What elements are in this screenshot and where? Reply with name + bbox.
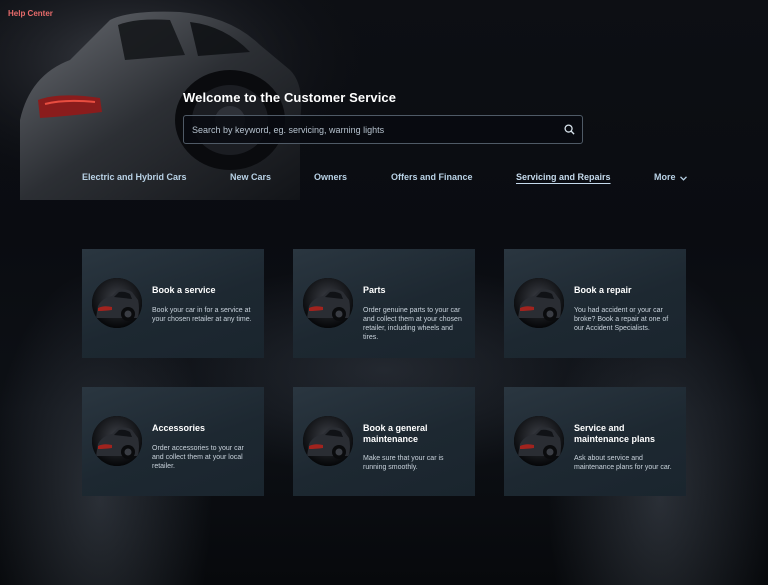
card-title: Book a service: [152, 285, 216, 295]
search-input[interactable]: [184, 115, 556, 144]
nav-item-electric-hybrid[interactable]: Electric and Hybrid Cars: [82, 172, 187, 182]
card-title: Book a repair: [574, 285, 632, 295]
card-accessories[interactable]: Accessories Order accessories to your ca…: [82, 387, 264, 496]
card-service-maintenance-plans[interactable]: Service and maintenance plans Ask about …: [504, 387, 686, 496]
card-description: You had accident or your car broke? Book…: [574, 307, 669, 332]
card-description: Order accessories to your car and collec…: [152, 445, 244, 470]
nav-item-more[interactable]: More: [654, 172, 687, 183]
card-description: Book your car in for a service at your c…: [152, 307, 252, 323]
car-thumbnail-image: [303, 416, 353, 466]
car-thumbnail-image: [92, 416, 142, 466]
card-description: Make sure that your car is running smoot…: [363, 455, 444, 471]
main-navigation: Electric and Hybrid Cars New Cars Owners…: [0, 172, 768, 188]
nav-item-servicing-repairs[interactable]: Servicing and Repairs: [516, 172, 611, 182]
card-title: Service and maintenance plans: [574, 423, 656, 444]
chevron-down-icon: [680, 173, 687, 183]
nav-item-new-cars[interactable]: New Cars: [230, 172, 271, 182]
card-description: Ask about service and maintenance plans …: [574, 455, 672, 471]
car-thumbnail-image: [514, 416, 564, 466]
search-icon[interactable]: [556, 116, 582, 143]
car-thumbnail-image: [303, 278, 353, 328]
card-book-a-repair[interactable]: Book a repair You had accident or your c…: [504, 249, 686, 358]
help-center-link[interactable]: Help Center: [8, 9, 53, 18]
card-title: Parts: [363, 285, 386, 295]
card-description: Order genuine parts to your car and coll…: [363, 307, 462, 341]
car-thumbnail-image: [92, 278, 142, 328]
nav-more-label: More: [654, 172, 676, 182]
nav-item-owners[interactable]: Owners: [314, 172, 347, 182]
card-title: Book a general maintenance: [363, 423, 428, 444]
card-book-general-maintenance[interactable]: Book a general maintenance Make sure tha…: [293, 387, 475, 496]
nav-item-offers-finance[interactable]: Offers and Finance: [391, 172, 473, 182]
search-box: [183, 115, 583, 144]
card-book-a-service[interactable]: Book a service Book your car in for a se…: [82, 249, 264, 358]
card-parts[interactable]: Parts Order genuine parts to your car an…: [293, 249, 475, 358]
page-title: Welcome to the Customer Service: [183, 90, 397, 105]
car-thumbnail-image: [514, 278, 564, 328]
card-title: Accessories: [152, 423, 206, 433]
